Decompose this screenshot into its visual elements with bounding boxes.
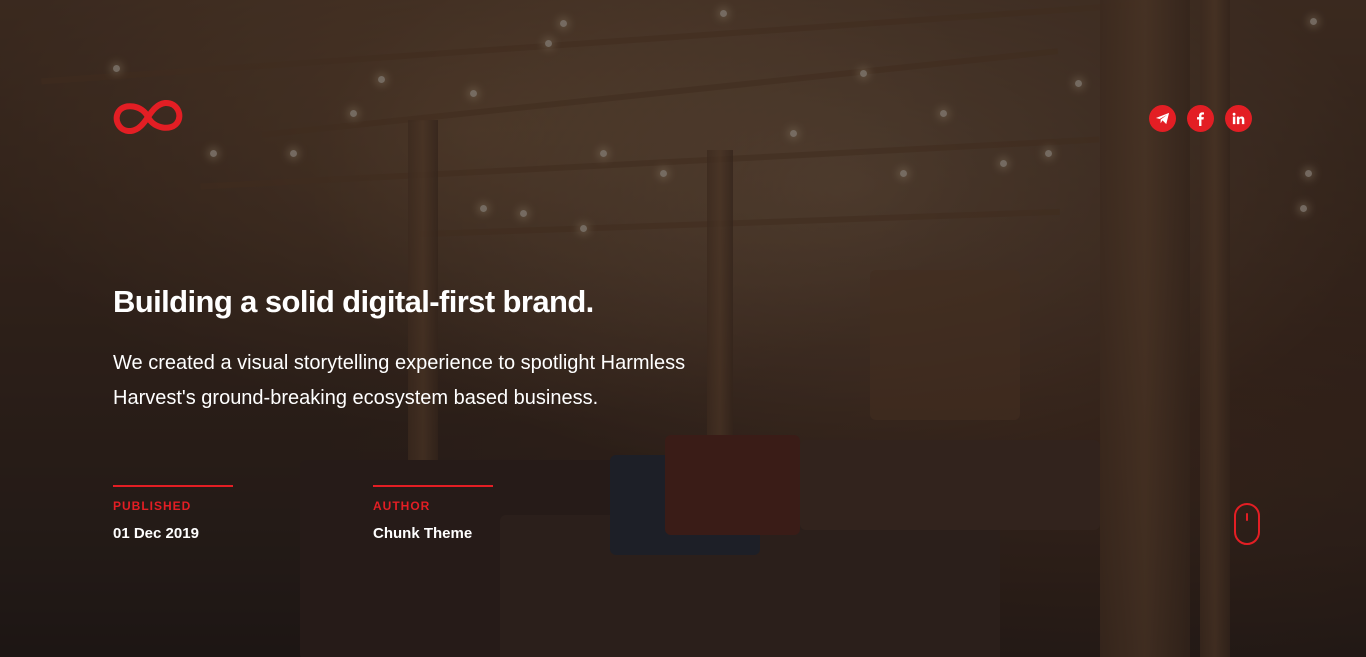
author-label: AUTHOR bbox=[373, 499, 431, 513]
linkedin-link[interactable] bbox=[1225, 105, 1252, 132]
linkedin-icon bbox=[1232, 112, 1245, 125]
meta-published: PUBLISHED 01 Dec 2019 bbox=[113, 485, 233, 542]
author-name: Chunk Theme bbox=[373, 525, 473, 542]
hero-title: Building a solid digital-first brand. bbox=[113, 284, 594, 319]
paper-plane-icon bbox=[1155, 112, 1170, 125]
facebook-link[interactable] bbox=[1187, 105, 1214, 132]
hero-description-line-1: We created a visual storytelling experie… bbox=[113, 352, 686, 374]
published-date: 01 Dec 2019 bbox=[113, 525, 199, 542]
logo-link[interactable] bbox=[113, 97, 183, 137]
meta-author: AUTHOR Chunk Theme bbox=[373, 485, 493, 542]
infinity-logo-icon bbox=[113, 100, 183, 134]
hero-description: We created a visual storytelling experie… bbox=[113, 346, 813, 416]
dark-overlay bbox=[0, 0, 1366, 657]
social-links bbox=[1149, 105, 1252, 132]
facebook-icon bbox=[1197, 112, 1204, 126]
mouse-scroll-icon bbox=[1246, 513, 1248, 521]
scroll-down-button[interactable] bbox=[1234, 503, 1260, 545]
published-label: PUBLISHED bbox=[113, 499, 192, 513]
hero-description-line-2: Harvest's ground-breaking ecosystem base… bbox=[113, 387, 599, 409]
meta-divider bbox=[373, 485, 493, 487]
meta-divider bbox=[113, 485, 233, 487]
telegram-link[interactable] bbox=[1149, 105, 1176, 132]
